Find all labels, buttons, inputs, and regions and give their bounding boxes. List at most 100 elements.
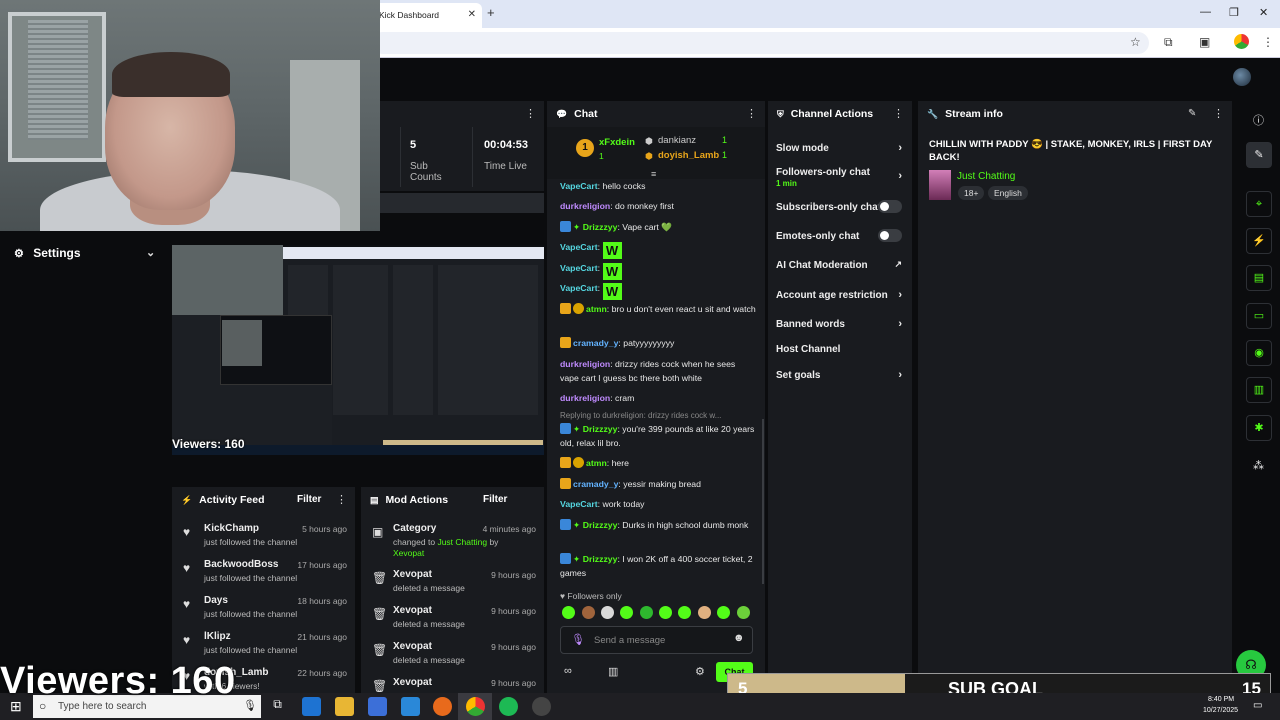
obs-icon[interactable] — [532, 697, 551, 716]
chat-message[interactable]: atmn: here — [560, 456, 756, 470]
mod-item[interactable]: 🗑 Xevopat deleted a message 9 hours ago — [361, 605, 544, 641]
activity-item[interactable]: ♥ BackwoodBoss just followed the channel 17… — [172, 559, 355, 595]
chat-username[interactable]: atmn — [586, 458, 607, 468]
chat-message[interactable]: ✦ Drizzzyy: Vape cart 💚 — [560, 220, 756, 234]
emote-icon[interactable] — [582, 606, 595, 619]
chat-username[interactable]: durkreligion — [560, 201, 610, 211]
stream-preview[interactable] — [172, 245, 544, 455]
chat-username[interactable]: Drizzzyy — [583, 222, 618, 232]
mod-filter-button[interactable]: Filter — [483, 494, 507, 505]
gift-icon[interactable]: ▥ — [608, 665, 618, 678]
channel-action-account-age-restriction[interactable]: Account age restriction › — [776, 289, 902, 301]
chat-username[interactable]: VapeCart — [560, 499, 598, 509]
chat-message[interactable]: cramady_y: patyyyyyyyyy — [560, 336, 756, 350]
chat-message[interactable]: VapeCart: work today — [560, 497, 756, 511]
chat-message[interactable]: VapeCart: W — [560, 240, 756, 259]
link-icon[interactable]: ∞ — [564, 665, 572, 677]
new-tab-button[interactable]: + — [487, 5, 495, 20]
activity-item[interactable]: ♥ KickChamp just followed the channel 5 hou… — [172, 523, 355, 559]
chat-username[interactable]: VapeCart — [560, 181, 598, 191]
activity-user[interactable]: lKlipz — [204, 631, 231, 642]
mail-icon[interactable] — [401, 697, 420, 716]
cast-icon[interactable]: ▣ — [1199, 35, 1210, 49]
chrome-icon[interactable] — [466, 697, 485, 716]
activity-filter-button[interactable]: Filter — [297, 494, 321, 505]
chat-input[interactable]: 🎙 Send a message ☻ — [560, 626, 753, 654]
channel-actions-kebab-icon[interactable]: ⋮ — [893, 107, 904, 120]
tab-close-icon[interactable]: ✕ — [468, 9, 476, 20]
chat-message[interactable]: durkreligion: cram — [560, 391, 756, 405]
microphone-icon[interactable]: 🎙 — [571, 633, 585, 646]
close-window-button[interactable]: ✕ — [1259, 6, 1268, 19]
chat-username[interactable]: cramady_y — [573, 338, 618, 348]
chat-username[interactable]: durkreligion — [560, 359, 610, 369]
activity-user[interactable]: Days — [204, 595, 228, 606]
edit-sidebar-icon[interactable]: ✎ — [1246, 142, 1272, 168]
category-name[interactable]: Just Chatting — [957, 171, 1015, 182]
channel-action-subscribers-only-chat[interactable]: Subscribers-only chat — [776, 200, 902, 213]
chat-message[interactable]: atmn: bro u don't even react u sit and w… — [560, 302, 756, 316]
spotify-icon[interactable] — [499, 697, 518, 716]
focus-icon[interactable]: ⌖ — [1246, 191, 1272, 217]
chat-message[interactable]: ✦ Drizzzyy: you're 399 pounds at like 20… — [560, 422, 756, 450]
firefox-icon[interactable] — [433, 697, 452, 716]
chevron-right-icon[interactable]: › — [898, 318, 902, 330]
channel-action-ai-chat-moderation[interactable]: AI Chat Moderation ↗ — [776, 259, 902, 271]
chevron-right-icon[interactable]: › — [898, 289, 902, 301]
chat-message[interactable]: ✦ Drizzzyy: Durks in high school dumb mo… — [560, 518, 756, 532]
mod-item-name[interactable]: Xevopat — [393, 569, 432, 580]
emote-icon[interactable] — [737, 606, 750, 619]
restore-button[interactable]: ❐ — [1229, 6, 1239, 19]
activity-kebab-icon[interactable]: ⋮ — [336, 493, 347, 506]
task-view-icon[interactable]: ⧉ — [268, 697, 287, 716]
activity-user[interactable]: KickChamp — [204, 523, 259, 534]
chevron-right-icon[interactable]: › — [898, 170, 902, 182]
chat-message[interactable]: durkreligion: do monkey first — [560, 199, 756, 213]
chat-message[interactable]: VapeCart: hello cocks — [560, 179, 756, 193]
notification-icon[interactable]: ▭ — [1253, 700, 1262, 711]
tools-icon[interactable]: ✱ — [1246, 415, 1272, 441]
extensions-icon[interactable]: ⧉ — [1164, 35, 1173, 50]
stats-kebab-icon[interactable]: ⋮ — [525, 107, 536, 120]
share-icon[interactable]: ⁂ — [1253, 459, 1264, 472]
settings-header[interactable]: ⚙ Settings ⌄ — [0, 241, 171, 265]
layout-icon[interactable]: ▥ — [1246, 377, 1272, 403]
channel-action-followers-only-chat[interactable]: Followers-only chat 1 min › — [776, 167, 902, 188]
emoji-icon[interactable]: ☻ — [733, 632, 745, 644]
chat-message[interactable]: VapeCart: W — [560, 281, 756, 300]
broadcast-icon[interactable]: ◉ — [1246, 340, 1272, 366]
chart-link-icon[interactable]: ↗ — [894, 259, 902, 270]
chat-message[interactable]: VapeCart: W — [560, 261, 756, 280]
edge-icon[interactable] — [302, 697, 321, 716]
microphone-taskbar-icon[interactable]: 🎙 — [243, 699, 257, 712]
address-input[interactable] — [372, 32, 1149, 54]
chat-username[interactable]: VapeCart — [560, 242, 598, 252]
minimize-button[interactable]: — — [1200, 6, 1211, 18]
chat-sidebar-icon[interactable]: ▭ — [1246, 303, 1272, 329]
emote-icon[interactable] — [659, 606, 672, 619]
top-gifter-name[interactable]: xFxdein — [599, 137, 635, 148]
file-explorer-icon[interactable] — [335, 697, 354, 716]
activity-user[interactable]: BackwoodBoss — [204, 559, 278, 570]
emote-icon[interactable] — [562, 606, 575, 619]
channel-action-banned-words[interactable]: Banned words › — [776, 318, 902, 330]
mod-item-name[interactable]: Xevopat — [393, 605, 432, 616]
chevron-right-icon[interactable]: › — [898, 142, 902, 154]
emote-icon[interactable] — [620, 606, 633, 619]
chat-username[interactable]: cramady_y — [573, 479, 618, 489]
emote-icon[interactable] — [601, 606, 614, 619]
chat-username[interactable]: atmn — [586, 304, 607, 314]
tab-kick-dashboard[interactable]: Kick Dashboard ✕ — [372, 3, 482, 28]
star-icon[interactable]: ☆ — [1130, 35, 1141, 49]
chat-username[interactable]: Drizzzyy — [583, 554, 618, 564]
clock-time[interactable]: 8:40 PM — [1208, 696, 1234, 703]
chat-username[interactable]: Drizzzyy — [583, 520, 618, 530]
user-avatar[interactable] — [1233, 68, 1251, 86]
mod-item-name[interactable]: Xevopat — [393, 677, 432, 688]
chevron-right-icon[interactable]: › — [898, 369, 902, 381]
chat-message[interactable]: ✦ Drizzzyy: I won 2K off a 400 soccer ti… — [560, 552, 756, 580]
toggle-switch[interactable] — [878, 200, 902, 213]
chat-username[interactable]: durkreligion — [560, 393, 610, 403]
stream-info-kebab-icon[interactable]: ⋮ — [1213, 107, 1224, 120]
chat-username[interactable]: VapeCart — [560, 283, 598, 293]
